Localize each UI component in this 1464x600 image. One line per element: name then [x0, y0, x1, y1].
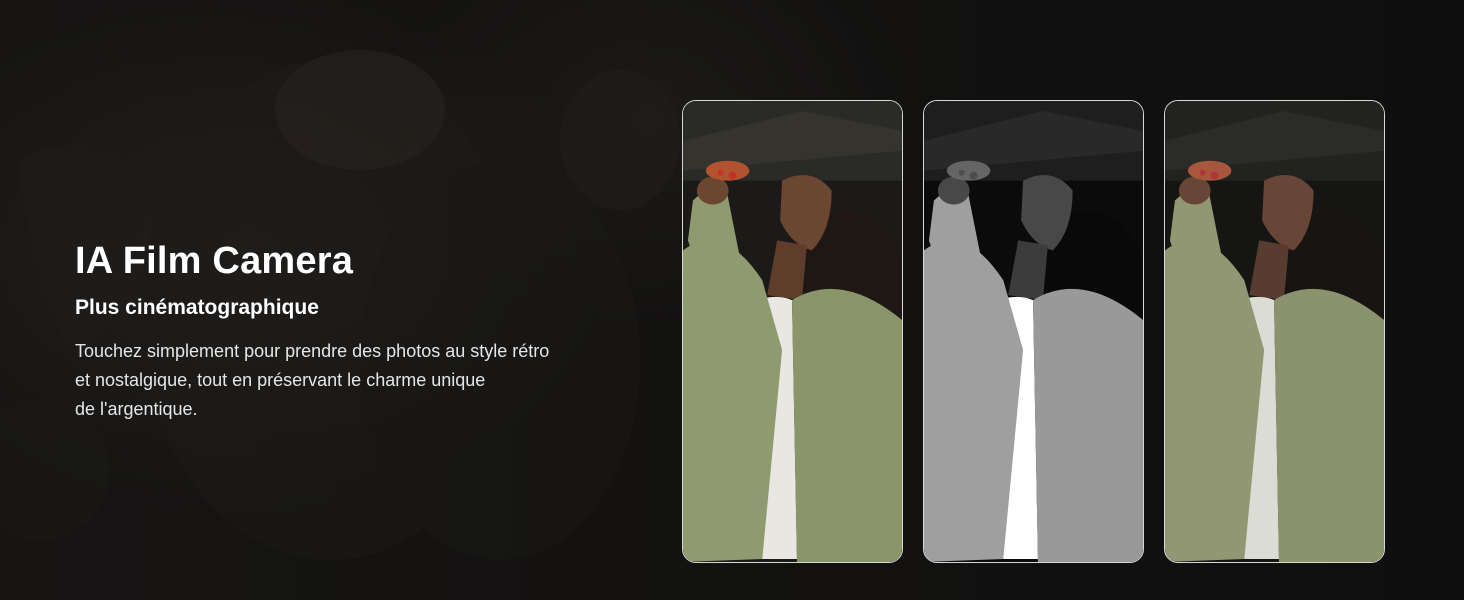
sample-photo-bw	[923, 100, 1144, 563]
hero-description: Touchez simplement pour prendre des phot…	[75, 337, 655, 424]
hero-description-line: Touchez simplement pour prendre des phot…	[75, 341, 550, 361]
photo-woman-eating	[683, 101, 902, 562]
photo-woman-eating	[924, 101, 1143, 562]
hero-subtitle: Plus cinématographique	[75, 296, 319, 319]
sample-photo-color	[682, 100, 903, 563]
hero-copy: IA Film Camera Plus cinématographique To…	[75, 238, 655, 424]
hero-description-line: et nostalgique, tout en préservant le ch…	[75, 370, 486, 390]
sample-photo-film	[1164, 100, 1385, 563]
film-camera-banner: IA Film Camera Plus cinématographique To…	[0, 0, 1464, 600]
hero-description-line: de l'argentique.	[75, 399, 198, 419]
hero-title: IA Film Camera	[75, 240, 354, 282]
sample-photo-cards	[682, 100, 1387, 565]
photo-woman-eating	[1165, 101, 1384, 562]
